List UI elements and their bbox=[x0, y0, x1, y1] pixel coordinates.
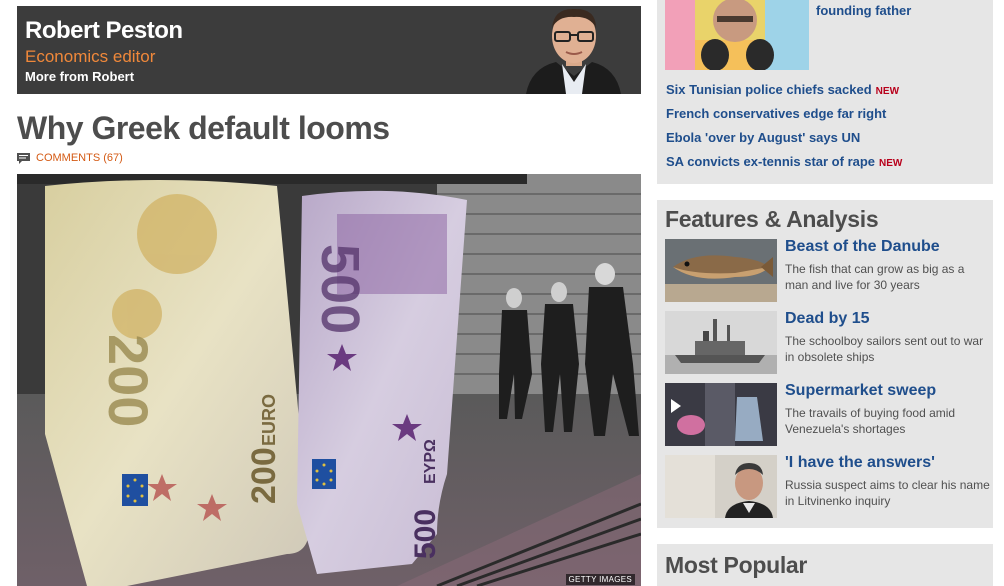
author-role: Economics editor bbox=[25, 47, 156, 66]
author-name[interactable]: Robert Peston bbox=[25, 17, 183, 45]
news-item-title[interactable]: SA convicts ex-tennis star of rape bbox=[666, 154, 875, 169]
feature-item[interactable]: Supermarket sweep The travails of buying… bbox=[665, 382, 985, 447]
feature-item[interactable]: Dead by 15 The schoolboy sailors sent ou… bbox=[665, 310, 985, 375]
news-item[interactable]: Ebola 'over by August' says UN bbox=[666, 130, 902, 154]
image-credit: GETTY IMAGES bbox=[565, 574, 635, 585]
new-badge: NEW bbox=[879, 158, 903, 169]
feature-item[interactable]: Beast of the Danube The fish that can gr… bbox=[665, 238, 985, 303]
article-headline: Why Greek default looms bbox=[17, 110, 390, 146]
article-hero-image: 200 200 EURO 500 500 EYPΩ GETTY IMAGES bbox=[17, 174, 641, 586]
news-item[interactable]: Six Tunisian police chiefs sacked NEW bbox=[666, 82, 902, 106]
feature-thumbnail[interactable] bbox=[665, 311, 777, 374]
comments-label[interactable]: COMMENTS (67) bbox=[36, 152, 123, 164]
note-euro-text: EURO bbox=[259, 394, 279, 446]
news-list: Six Tunisian police chiefs sacked NEW Fre… bbox=[666, 82, 902, 178]
feature-item[interactable]: 'I have the answers' Russia suspect aims… bbox=[665, 454, 990, 519]
feature-description: The schoolboy sailors sent out to war in… bbox=[785, 334, 984, 364]
note-200-label: 200 bbox=[97, 334, 160, 427]
feature-title[interactable]: Beast of the Danube bbox=[785, 238, 940, 256]
most-popular-panel: Most Popular bbox=[657, 544, 993, 586]
feature-description: The fish that can grow as big as a man a… bbox=[785, 262, 965, 292]
features-analysis-panel: Features & Analysis Beast of the Danube … bbox=[657, 200, 993, 528]
feature-description: Russia suspect aims to clear his name in… bbox=[785, 478, 990, 508]
news-item[interactable]: SA convicts ex-tennis star of rape NEW bbox=[666, 154, 902, 178]
author-banner: Robert Peston Economics editor More from… bbox=[17, 6, 641, 94]
news-item-title[interactable]: Ebola 'over by August' says UN bbox=[666, 130, 860, 145]
news-item-title[interactable]: Six Tunisian police chiefs sacked bbox=[666, 82, 872, 97]
more-from-author-link[interactable]: More from Robert bbox=[25, 69, 134, 84]
note-500-label: 500 bbox=[310, 244, 370, 334]
page: Robert Peston Economics editor More from… bbox=[0, 0, 1004, 586]
new-badge: NEW bbox=[875, 86, 900, 97]
note-500-small: 500 bbox=[409, 509, 442, 559]
author-photo bbox=[516, 6, 631, 94]
most-popular-title: Most Popular bbox=[665, 552, 808, 578]
features-title: Features & Analysis bbox=[665, 206, 879, 232]
feature-thumbnail[interactable] bbox=[665, 239, 777, 302]
top-stories-panel: founding father Six Tunisian police chie… bbox=[657, 0, 993, 184]
comments-link[interactable]: COMMENTS (67) bbox=[17, 152, 123, 164]
top-story-thumbnail[interactable] bbox=[665, 0, 809, 70]
feature-thumbnail[interactable] bbox=[665, 455, 777, 518]
feature-thumbnail[interactable] bbox=[665, 383, 777, 446]
feature-title[interactable]: Supermarket sweep bbox=[785, 382, 936, 400]
news-item-title[interactable]: French conservatives edge far right bbox=[666, 106, 886, 121]
feature-title[interactable]: 'I have the answers' bbox=[785, 454, 935, 472]
note-200-small: 200 bbox=[245, 447, 283, 504]
feature-description: The travails of buying food amid Venezue… bbox=[785, 406, 956, 436]
euro-towels-photo: 200 200 EURO 500 500 EYPΩ bbox=[17, 174, 641, 586]
note-euro2-text: EYPΩ bbox=[422, 439, 439, 484]
comment-icon bbox=[17, 152, 30, 164]
news-item[interactable]: French conservatives edge far right bbox=[666, 106, 902, 130]
feature-title[interactable]: Dead by 15 bbox=[785, 310, 869, 328]
top-story-link[interactable]: founding father bbox=[816, 3, 911, 18]
